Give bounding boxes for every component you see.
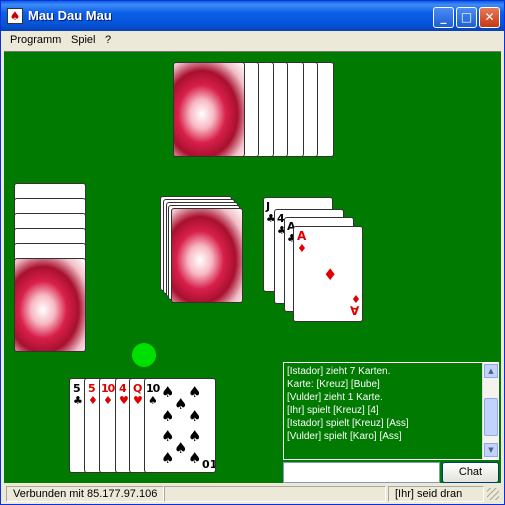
scroll-thumb[interactable]	[484, 398, 498, 436]
menu-spiel[interactable]: Spiel	[71, 34, 95, 46]
hand-card-front[interactable]: 10 ♠ ♠ ♠ ♠ ♠ ♠ ♠ ♠ ♠ ♠ ♠ 01	[144, 378, 216, 473]
chat-message: [Vulder] spielt [Karo] [Ass]	[287, 431, 402, 442]
card-rank: 4	[119, 382, 127, 395]
card-rank: 5	[88, 382, 96, 395]
spade-icon: ♠	[161, 449, 175, 467]
menu-help[interactable]: ?	[105, 34, 111, 46]
discard-top-card: A ♦ ♦ ♦ ∀	[293, 226, 363, 322]
chat-input[interactable]	[283, 462, 440, 483]
chat-send-button[interactable]: Chat	[442, 462, 499, 483]
card-back	[173, 62, 245, 157]
spade-icon: ♠	[174, 439, 188, 457]
spade-icon: ♠	[161, 427, 175, 445]
turn-indicator	[132, 343, 156, 367]
spade-icon: ♠	[174, 395, 188, 413]
spade-icon: ♠	[188, 449, 202, 467]
game-table: J ♣ 4 ♣ A ♣ A ♦ ♦ ♦ ∀ 5 ♣ 5 ♦ 10 ♦ 4 ♥ Q…	[4, 51, 501, 483]
diamond-icon: ♦	[323, 265, 338, 284]
spade-icon: ♠	[188, 383, 202, 401]
title-bar[interactable]: ♠ Mau Dau Mau _ □ ✕	[1, 1, 504, 31]
heart-icon: ♥	[133, 394, 143, 407]
scroll-down-arrow-icon[interactable]: ▼	[484, 443, 498, 457]
draw-pile-top-card[interactable]	[171, 208, 243, 303]
spade-icon: ♠	[161, 383, 175, 401]
chat-panel: [Istador] zieht 7 Karten. Karte: [Kreuz]…	[283, 362, 499, 483]
window-title: Mau Dau Mau	[28, 8, 112, 23]
card-rank: 10	[146, 382, 160, 395]
chat-message: [Vulder] zieht 1 Karte.	[287, 392, 383, 403]
chat-log: [Istador] zieht 7 Karten. Karte: [Kreuz]…	[283, 362, 499, 460]
cards-app-icon: ♠	[7, 8, 23, 24]
turn-status: [Ihr] seid dran	[388, 486, 484, 502]
scroll-up-arrow-icon[interactable]: ▲	[484, 364, 498, 378]
menu-bar: Programm Spiel ?	[4, 31, 501, 50]
resize-grip-icon[interactable]	[487, 488, 499, 500]
minimize-button[interactable]: _	[433, 7, 454, 28]
spade-icon: ♠	[148, 394, 158, 407]
chat-message: [Ihr] spielt [Kreuz] [4]	[287, 405, 379, 416]
spade-icon: ♠	[188, 407, 202, 425]
diamond-icon: ♦	[297, 242, 307, 255]
card-rank: 10	[101, 382, 115, 395]
heart-icon: ♥	[119, 394, 129, 407]
card-back	[14, 258, 86, 352]
spade-icon: ♠	[188, 427, 202, 445]
connection-status: Verbunden mit 85.177.97.106	[6, 486, 164, 502]
status-bar: Verbunden mit 85.177.97.106 [Ihr] seid d…	[4, 484, 501, 503]
chat-message: Karte: [Kreuz] [Bube]	[287, 379, 380, 390]
card-rank-bottom: 01	[202, 458, 216, 471]
close-button[interactable]: ✕	[479, 7, 500, 28]
club-icon: ♣	[73, 394, 83, 407]
chat-scrollbar[interactable]: ▲ ▼	[482, 363, 498, 459]
chat-message: [Istador] zieht 7 Karten.	[287, 366, 391, 377]
maximize-button[interactable]: □	[456, 7, 477, 28]
card-rank: Q	[133, 382, 143, 395]
chat-message: [Istador] spielt [Kreuz] [Ass]	[287, 418, 409, 429]
card-rank: J	[266, 200, 271, 213]
diamond-icon: ♦	[88, 394, 98, 407]
menu-programm[interactable]: Programm	[10, 34, 61, 46]
status-spacer	[164, 486, 386, 502]
app-window: ♠ Mau Dau Mau _ □ ✕ Programm Spiel ? J ♣…	[0, 0, 505, 505]
diamond-icon: ♦	[103, 394, 113, 407]
card-rank-bottom: ∀	[350, 304, 360, 318]
card-rank: A	[297, 229, 307, 243]
card-rank: 5	[73, 382, 81, 395]
spade-icon: ♠	[161, 407, 175, 425]
